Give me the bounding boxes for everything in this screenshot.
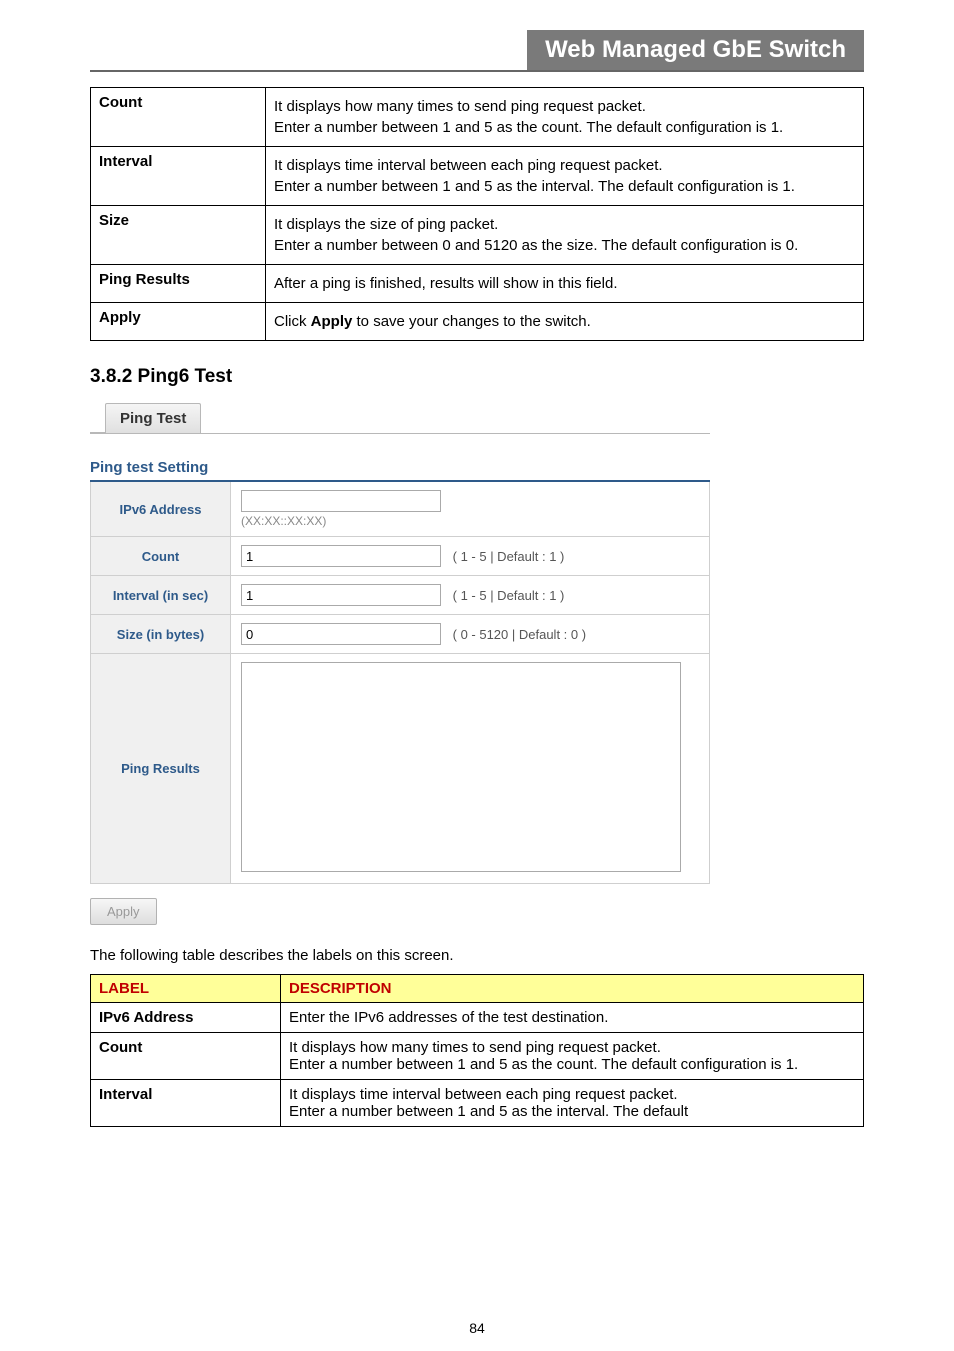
ping-test-setting-table: IPv6 Address (XX:XX::XX:XX) Count ( 1 - …: [90, 480, 710, 884]
ipv6-address-label: IPv6 Address: [91, 481, 231, 537]
row-label: IPv6 Address: [91, 1003, 281, 1033]
tab-ping-test[interactable]: Ping Test: [105, 403, 201, 433]
row-label: Ping Results: [91, 265, 266, 303]
table-row: Interval It displays time interval betwe…: [91, 1080, 864, 1127]
count-hint: ( 1 - 5 | Default : 1 ): [453, 549, 565, 564]
table-row: Interval It displays time interval betwe…: [91, 147, 864, 206]
ping-test-setting-heading: Ping test Setting: [90, 459, 864, 476]
row-desc: Enter the IPv6 addresses of the test des…: [281, 1003, 864, 1033]
apply-button[interactable]: Apply: [90, 898, 157, 925]
ipv6-address-input[interactable]: [241, 490, 441, 512]
table-row: Ping Results After a ping is finished, r…: [91, 265, 864, 303]
row-label: Interval: [91, 1080, 281, 1127]
count-label: Count: [91, 537, 231, 576]
row-desc: It displays how many times to send ping …: [281, 1033, 864, 1080]
row-desc: It displays time interval between each p…: [281, 1080, 864, 1127]
row-desc: It displays how many times to send ping …: [266, 88, 864, 147]
ping-results-label: Ping Results: [91, 654, 231, 884]
table-intro-text: The following table describes the labels…: [90, 947, 864, 964]
ipv6-hint: (XX:XX::XX:XX): [241, 514, 699, 528]
row-label: Apply: [91, 303, 266, 341]
row-desc: It displays time interval between each p…: [266, 147, 864, 206]
table-row: Size It displays the size of ping packet…: [91, 206, 864, 265]
row-label: Count: [91, 1033, 281, 1080]
row-desc: After a ping is finished, results will s…: [266, 265, 864, 303]
section-heading: 3.8.2 Ping6 Test: [90, 366, 864, 388]
row-label: Interval: [91, 147, 266, 206]
count-input[interactable]: [241, 545, 441, 567]
ping6-params-table-lower: LABEL DESCRIPTION IPv6 Address Enter the…: [90, 974, 864, 1127]
table-row: Apply Click Apply to save your changes t…: [91, 303, 864, 341]
size-hint: ( 0 - 5120 | Default : 0 ): [453, 627, 586, 642]
table-row: Count It displays how many times to send…: [91, 1033, 864, 1080]
header-banner: Web Managed GbE Switch: [527, 30, 864, 70]
col-header-description: DESCRIPTION: [281, 975, 864, 1003]
row-label: Count: [91, 88, 266, 147]
row-desc: It displays the size of ping packet. Ent…: [266, 206, 864, 265]
ping-results-textarea[interactable]: [241, 662, 681, 872]
page-number: 84: [0, 1320, 954, 1336]
table-row: IPv6 Address Enter the IPv6 addresses of…: [91, 1003, 864, 1033]
interval-hint: ( 1 - 5 | Default : 1 ): [453, 588, 565, 603]
row-label: Size: [91, 206, 266, 265]
size-label: Size (in bytes): [91, 615, 231, 654]
ping-params-table-upper: Count It displays how many times to send…: [90, 87, 864, 341]
interval-input[interactable]: [241, 584, 441, 606]
size-input[interactable]: [241, 623, 441, 645]
row-desc: Click Apply to save your changes to the …: [266, 303, 864, 341]
table-row: Count It displays how many times to send…: [91, 88, 864, 147]
col-header-label: LABEL: [91, 975, 281, 1003]
interval-label: Interval (in sec): [91, 576, 231, 615]
